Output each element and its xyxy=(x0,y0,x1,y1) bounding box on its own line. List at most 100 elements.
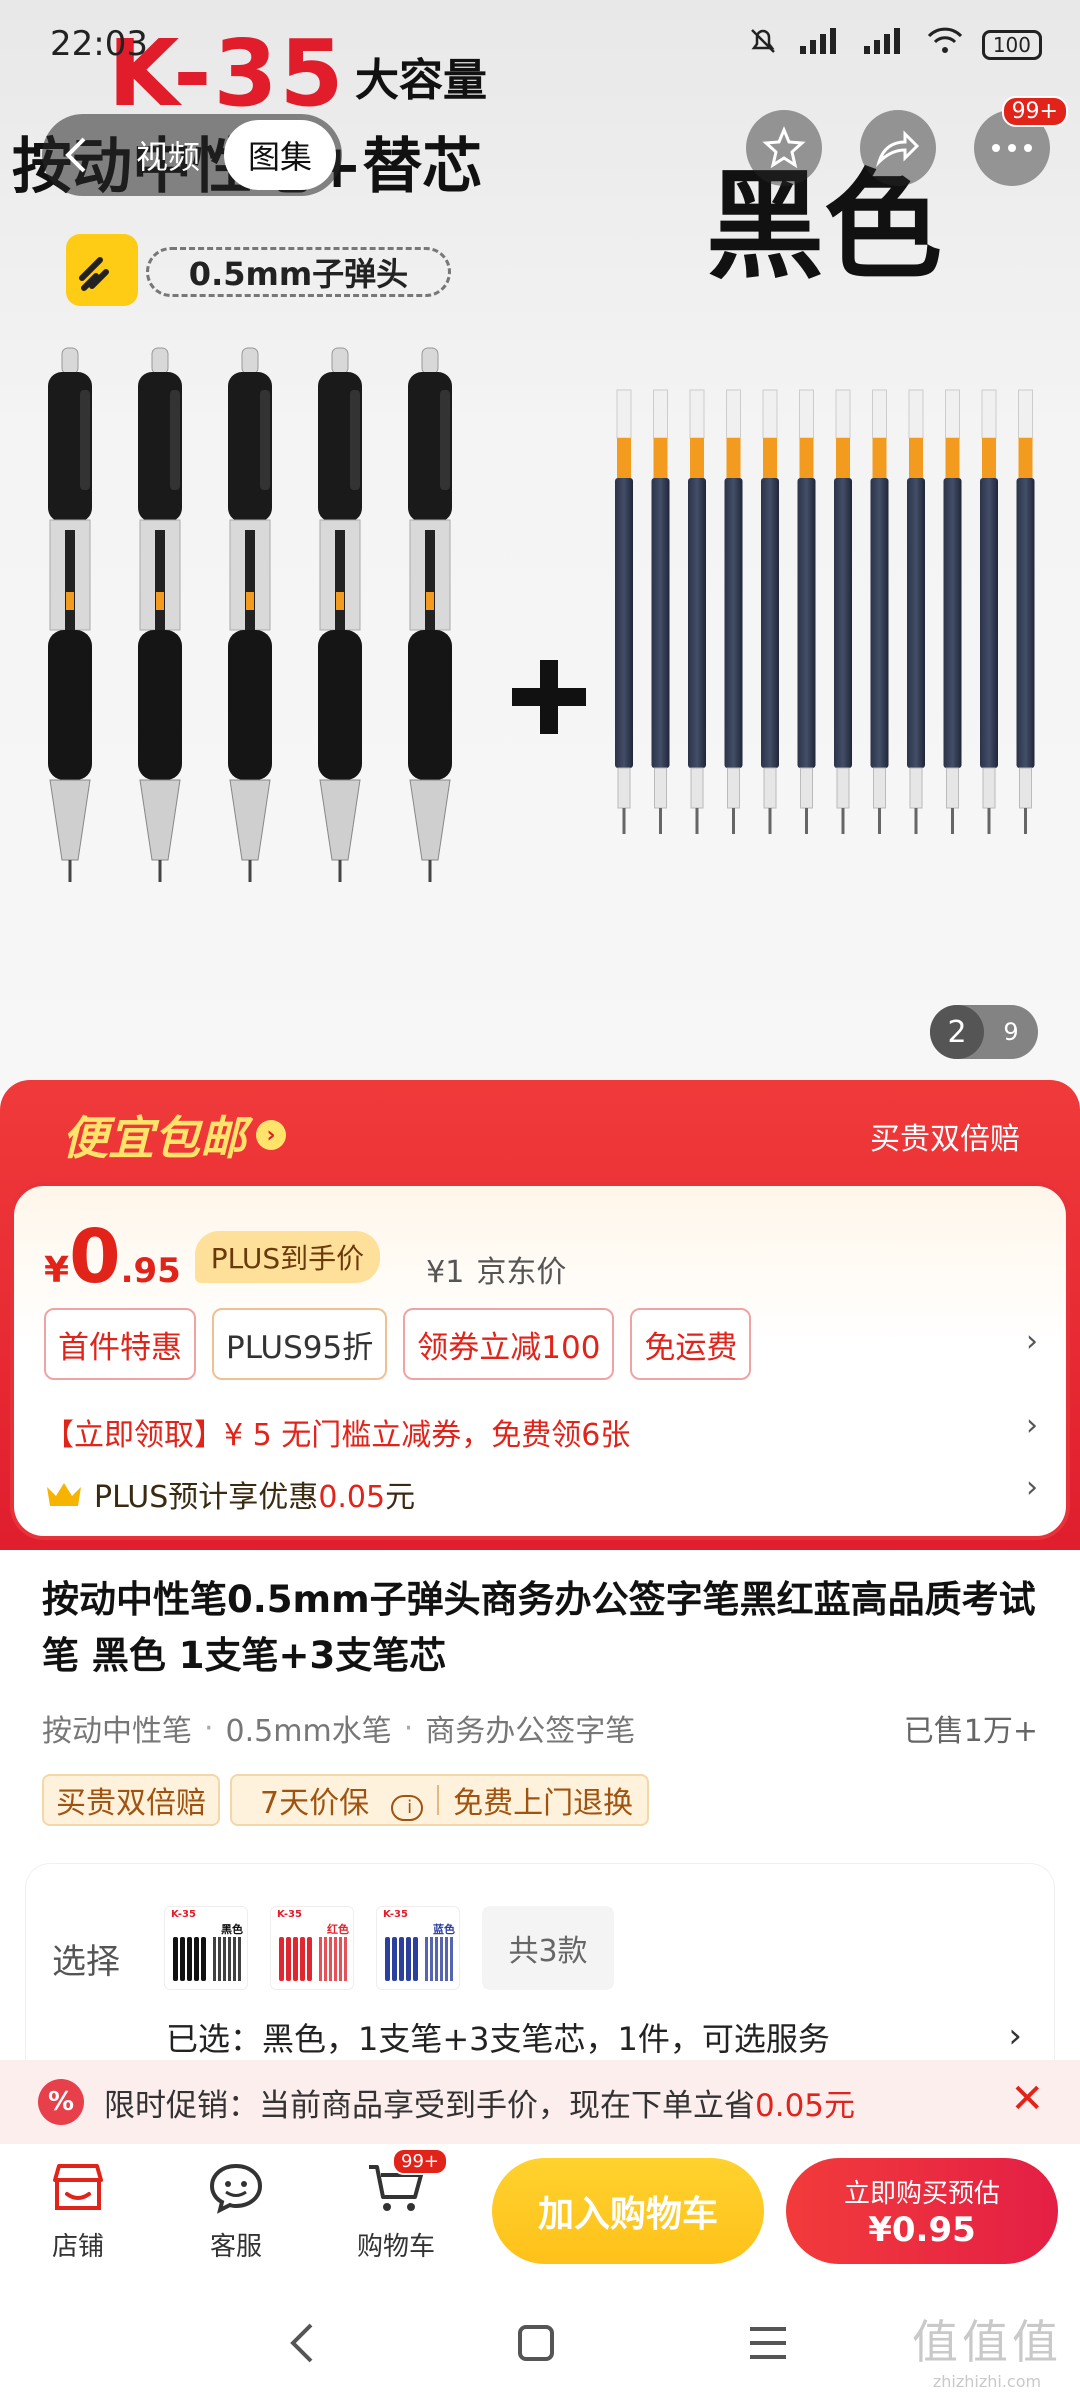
jd-price: ¥1 京东价 xyxy=(414,1247,566,1291)
promo-banner-title[interactable]: 便宜包邮 › xyxy=(62,1102,286,1168)
share-icon xyxy=(875,130,920,168)
chip-coupon[interactable]: 领券立减100 xyxy=(403,1308,615,1380)
nav-recents-button[interactable] xyxy=(728,2308,808,2378)
chevron-right-icon[interactable]: › xyxy=(1026,1470,1038,1505)
plus-savings-link[interactable]: PLUS预计享优惠0.05元 xyxy=(44,1472,415,1516)
pen xyxy=(48,347,92,882)
status-icons: 100 xyxy=(746,24,1042,65)
top-actions: 99+ xyxy=(746,96,1068,186)
chip-free-shipping[interactable]: 免运费 xyxy=(630,1308,752,1380)
pen xyxy=(408,347,452,882)
status-bar: 22:03 100 xyxy=(0,0,1080,100)
thumb-refill xyxy=(445,1937,448,1981)
guarantee-free-return[interactable]: 免费上门退换 xyxy=(439,1778,647,1822)
tag: 按动中性笔 xyxy=(42,1714,192,1749)
thumb-refill xyxy=(435,1937,438,1981)
promo-strip-amount: 0.05元 xyxy=(755,2087,856,2124)
discount-chips[interactable]: 首件特惠 PLUS95折 领券立减100 免运费 xyxy=(44,1308,752,1380)
thumb-refill xyxy=(344,1937,347,1981)
image-counter: 2 9 xyxy=(930,1005,1038,1059)
price-decimal: .95 xyxy=(120,1251,181,1291)
thumb-refill xyxy=(319,1937,322,1981)
image-counter-current: 2 xyxy=(930,1005,984,1059)
share-button[interactable] xyxy=(860,110,936,186)
nav-menu-icon xyxy=(750,2327,786,2359)
tag: 0.5mm水笔 xyxy=(225,1714,392,1749)
thumb-pen xyxy=(293,1937,298,1981)
thumb-refill xyxy=(339,1937,342,1981)
nav-home-button[interactable] xyxy=(496,2308,576,2378)
buy-now-button[interactable]: 立即购买预估 ¥0.95 xyxy=(786,2158,1058,2264)
chevron-right-icon[interactable]: › xyxy=(1026,1324,1038,1359)
variant-thumb-red[interactable]: K-35 红色 xyxy=(270,1906,354,1990)
bottom-action-bar: 店铺 客服 99+ 购物车 加入购物车 立即购买预估 ¥0.95 xyxy=(0,2144,1080,2284)
tab-video[interactable]: 视频 xyxy=(112,120,224,190)
watermark-logo: 值值值 xyxy=(912,2315,1062,2369)
refill xyxy=(980,389,998,834)
wifi-icon xyxy=(926,26,964,63)
add-to-cart-button[interactable]: 加入购物车 xyxy=(492,2158,764,2264)
variant-count[interactable]: 共3款 xyxy=(482,1906,614,1990)
back-button[interactable] xyxy=(42,120,112,190)
thumb-refill xyxy=(440,1937,443,1981)
watermark-url: zhizhizhi.com xyxy=(932,2372,1042,2391)
shop-button[interactable]: 店铺 xyxy=(18,2156,138,2263)
cart-badge: 99+ xyxy=(392,2148,448,2175)
media-tabs: 视频 图集 xyxy=(42,114,343,196)
pen-tip-icon xyxy=(66,234,138,306)
price-card: ¥ 0 .95 PLUS到手价 ¥1 京东价 首件特惠 PLUS95折 领券立减1… xyxy=(10,1182,1070,1540)
thumb-refill xyxy=(223,1937,226,1981)
mute-icon xyxy=(746,24,780,65)
cart-button[interactable]: 99+ 购物车 xyxy=(336,2148,456,2263)
thumb-pen xyxy=(201,1937,206,1981)
pen xyxy=(138,347,182,882)
select-label: 选择 xyxy=(52,1942,120,1982)
chip-first-item[interactable]: 首件特惠 xyxy=(44,1308,196,1380)
thumb-pen xyxy=(413,1937,418,1981)
thumb-pens xyxy=(279,1937,347,1981)
coupon-link[interactable]: 【立即领取】¥ 5 无门槛立减券，免费领6张 xyxy=(44,1410,630,1454)
promo-strip-text: 限时促销：当前商品享受到手价，现在下单立省0.05元 xyxy=(104,2087,856,2124)
promo-banner-title-text: 便宜包邮 xyxy=(62,1111,246,1165)
thumb-refill xyxy=(238,1937,241,1981)
refill xyxy=(1016,389,1035,834)
thumb-pen xyxy=(279,1937,284,1981)
variant-thumb-black[interactable]: K-35 黑色 xyxy=(164,1906,248,1990)
guarantee-row[interactable]: 买贵双倍赔 7天价保 i 免费上门退换 xyxy=(42,1774,650,1826)
chevron-right-icon[interactable]: › xyxy=(1008,2016,1022,2056)
thumb-brand: K-35 xyxy=(277,1909,302,1920)
signal-icon xyxy=(798,26,844,63)
variant-thumb-blue[interactable]: K-35 蓝色 xyxy=(376,1906,460,1990)
refill xyxy=(761,389,779,834)
signal-icon-2 xyxy=(862,26,908,63)
close-icon[interactable]: ✕ xyxy=(1010,2076,1044,2122)
thumb-refill xyxy=(329,1937,332,1981)
limited-promo-strip[interactable]: % 限时促销：当前商品享受到手价，现在下单立省0.05元 ✕ xyxy=(0,2060,1080,2144)
sold-count: 已售1万+ xyxy=(903,1714,1038,1749)
battery-icon: 100 xyxy=(981,29,1042,60)
jd-price-label: 京东价 xyxy=(476,1255,567,1290)
nav-home-icon xyxy=(518,2325,554,2361)
thumb-refill xyxy=(213,1937,216,1981)
thumb-pen xyxy=(392,1937,397,1981)
more-button[interactable]: 99+ xyxy=(974,96,1068,186)
guarantee-price-protection[interactable]: 7天价保 i xyxy=(232,1778,437,1822)
favorite-button[interactable] xyxy=(746,110,822,186)
crown-icon xyxy=(47,1483,81,1506)
variant-thumbnails[interactable]: K-35 黑色 K-35 红色 K-35 蓝色 共3款 xyxy=(164,1906,614,1990)
guarantee-group[interactable]: 7天价保 i 免费上门退换 xyxy=(230,1774,650,1826)
refill xyxy=(797,389,816,834)
chip-plus-discount[interactable]: PLUS95折 xyxy=(212,1308,388,1380)
thumb-brand: K-35 xyxy=(171,1909,196,1920)
thumb-pen xyxy=(173,1937,178,1981)
shop-label: 店铺 xyxy=(51,2232,104,2262)
selected-variant-text[interactable]: 已选：黑色，1支笔+3支笔芯，1件，可选服务 xyxy=(166,2014,830,2060)
cart-label: 购物车 xyxy=(356,2232,435,2262)
guarantee-double-compensation[interactable]: 买贵双倍赔 xyxy=(42,1774,220,1826)
customer-service-button[interactable]: 客服 xyxy=(176,2156,296,2263)
chevron-right-icon[interactable]: › xyxy=(1026,1408,1038,1443)
tab-gallery[interactable]: 图集 xyxy=(224,120,337,190)
plus-sign xyxy=(512,660,586,734)
nav-back-button[interactable] xyxy=(262,2308,342,2378)
tag-separator: · xyxy=(403,1710,414,1746)
